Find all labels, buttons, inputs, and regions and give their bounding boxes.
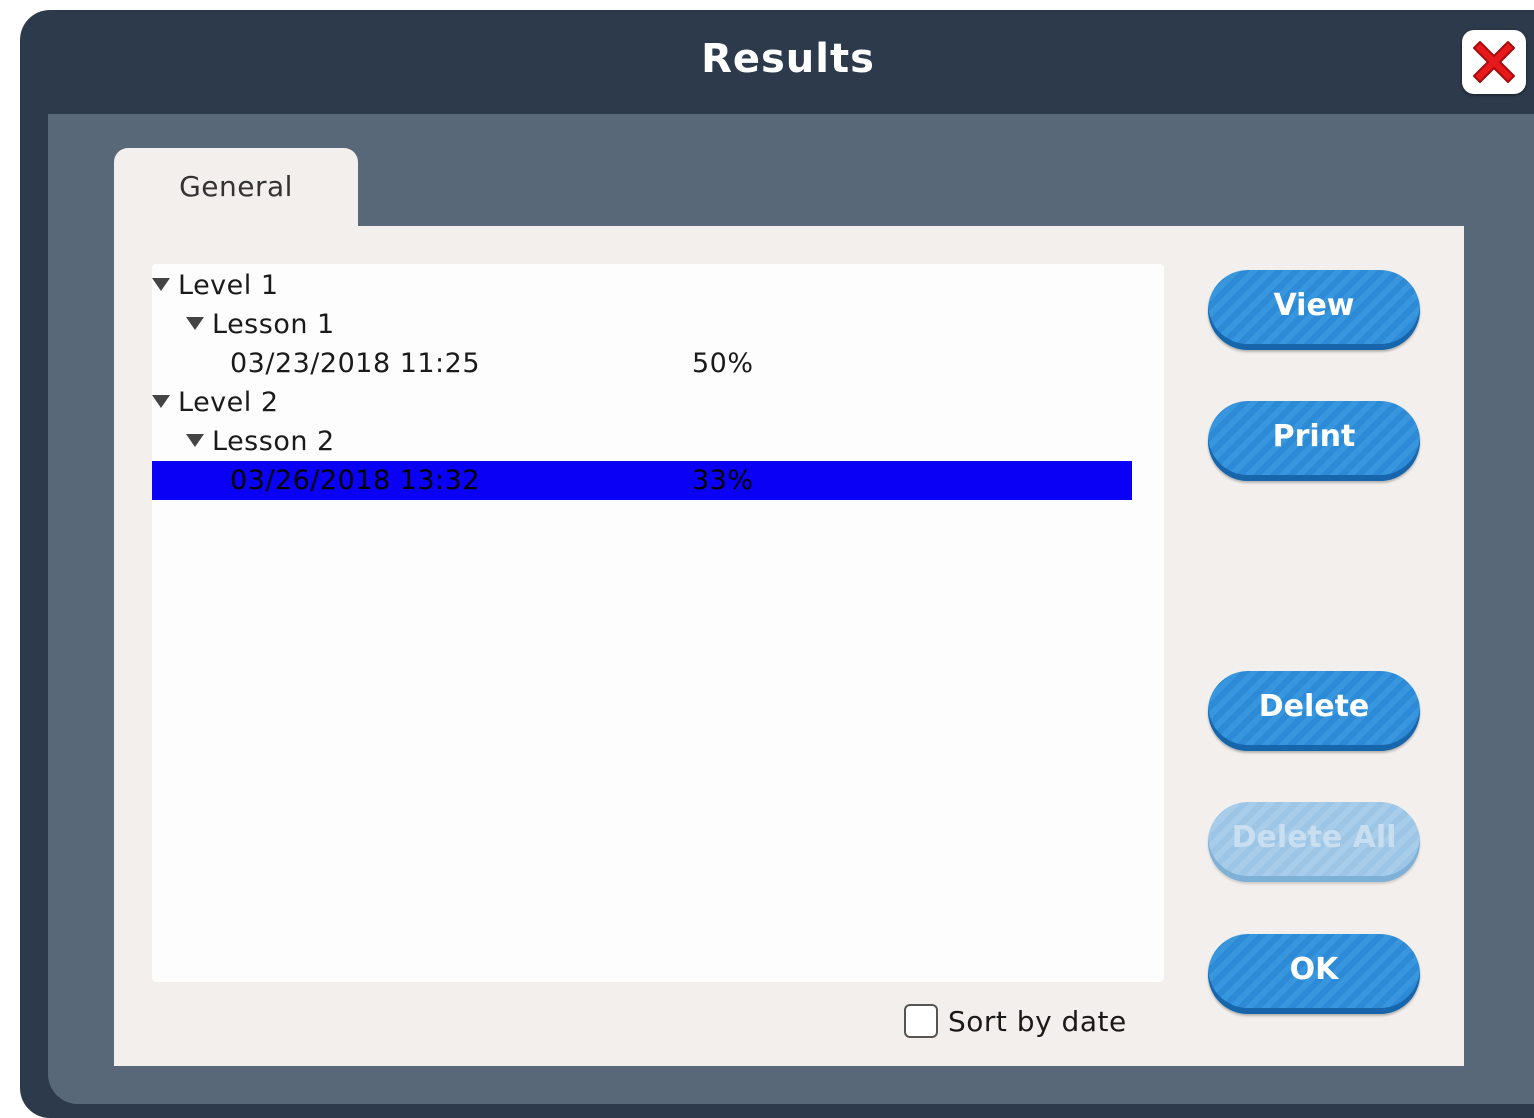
triangle-down-icon[interactable] [152, 395, 170, 408]
delete-all-button: Delete All [1208, 802, 1420, 882]
view-button[interactable]: View [1208, 270, 1420, 350]
sort-by-date-label: Sort by date [948, 1005, 1127, 1038]
tree-node-lesson-1[interactable]: Lesson 1 [152, 305, 1166, 344]
tab-content: Level 1 Lesson 1 03/23/2018 11:25 50% Le… [114, 226, 1464, 1066]
tab-general[interactable]: General [114, 148, 358, 226]
sort-by-date[interactable]: Sort by date [904, 1002, 1127, 1042]
result-row[interactable]: 03/23/2018 11:25 50% [152, 344, 1132, 383]
result-score: 33% [692, 465, 754, 496]
triangle-down-icon[interactable] [152, 278, 170, 291]
level-label: Level 1 [178, 270, 279, 301]
ok-button[interactable]: OK [1208, 934, 1420, 1014]
dialog-title: Results [701, 36, 875, 82]
dialog-body: General Level 1 Lesson 1 03/23/2018 11:2… [48, 114, 1534, 1104]
result-date: 03/26/2018 13:32 [230, 465, 481, 496]
lesson-label: Lesson 1 [212, 309, 335, 340]
lesson-label: Lesson 2 [212, 426, 335, 457]
tree-node-level-2[interactable]: Level 2 [152, 383, 1132, 422]
tree-node-level-1[interactable]: Level 1 [152, 266, 1132, 305]
result-row-selected[interactable]: 03/26/2018 13:32 33% [152, 461, 1132, 500]
close-icon [1473, 41, 1515, 83]
tab-label: General [179, 170, 293, 203]
results-dialog: Results General Level 1 Lesson 1 03/23/2… [20, 10, 1534, 1118]
triangle-down-icon[interactable] [186, 317, 204, 330]
results-tree[interactable]: Level 1 Lesson 1 03/23/2018 11:25 50% Le… [152, 264, 1164, 982]
result-date: 03/23/2018 11:25 [230, 348, 481, 379]
sort-by-date-checkbox[interactable] [904, 1004, 938, 1038]
result-score: 50% [692, 348, 754, 379]
title-bar: Results [20, 10, 1534, 114]
delete-button[interactable]: Delete [1208, 671, 1420, 751]
level-label: Level 2 [178, 387, 279, 418]
close-button[interactable] [1462, 30, 1526, 94]
print-button[interactable]: Print [1208, 401, 1420, 481]
triangle-down-icon[interactable] [186, 434, 204, 447]
tree-node-lesson-2[interactable]: Lesson 2 [152, 422, 1166, 461]
